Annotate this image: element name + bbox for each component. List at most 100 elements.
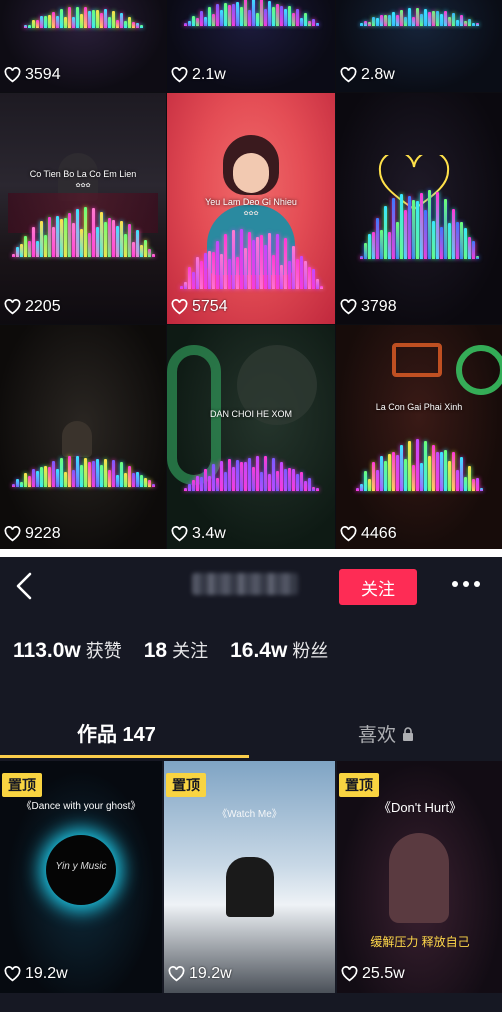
video-thumbnail[interactable]: 《Dance with your ghost》 Yin y Music 置顶 1… — [0, 761, 162, 993]
heart-icon — [340, 299, 357, 315]
equalizer-visual — [0, 451, 166, 487]
like-count-text: 25.5w — [362, 965, 405, 982]
like-count-text: 2.8w — [361, 66, 395, 83]
equalizer-bar — [51, 227, 55, 257]
equalizer-bar — [215, 241, 219, 289]
heart-icon — [4, 966, 21, 982]
equalizer-bar — [443, 450, 447, 491]
equalizer-bar — [79, 14, 83, 28]
profile-screen: 关注 113.0w 获赞 18 关注 16.4w 粉丝 作品 147 喜欢 《D… — [0, 557, 502, 1012]
like-count: 2205 — [4, 298, 61, 316]
video-thumbnail[interactable]: 《Don't Hurt》 缓解压力 释放自己 置顶 25.5w — [337, 761, 502, 993]
equalizer-bar — [51, 12, 55, 28]
equalizer-bar — [451, 209, 455, 259]
equalizer-bar — [243, 248, 247, 289]
equalizer-bar — [227, 259, 231, 289]
equalizer-bar — [195, 257, 199, 289]
equalizer-bar — [207, 476, 211, 491]
equalizer-bar — [143, 478, 147, 487]
equalizer-bar — [119, 13, 123, 28]
video-thumbnail[interactable]: 3594 — [0, 0, 166, 92]
tab-works[interactable]: 作品 147 — [77, 718, 156, 747]
equalizer-bar — [71, 17, 75, 28]
equalizer-bar — [259, 235, 263, 289]
equalizer-bar — [295, 9, 299, 26]
video-thumbnail[interactable]: Co Tien Bo La Co Em Lien ✿✿✿ 2205 — [0, 93, 166, 324]
video-title: La Con Gai Phai Xinh — [375, 402, 463, 412]
equalizer-bar — [367, 479, 371, 491]
equalizer-bar — [147, 480, 151, 487]
equalizer-bar — [435, 11, 439, 26]
pinned-videos-grid: 《Dance with your ghost》 Yin y Music 置顶 1… — [0, 761, 502, 993]
video-title: DAN CHOI HE XOM — [209, 409, 292, 419]
more-options-icon[interactable] — [452, 581, 484, 589]
equalizer-bar — [87, 11, 91, 28]
video-thumbnail[interactable]: 2.1w — [167, 0, 335, 92]
video-thumbnail[interactable]: DAN CHOI HE XOM 3.4w — [167, 325, 335, 549]
equalizer-bar — [287, 261, 291, 289]
equalizer-bar — [139, 25, 143, 28]
equalizer-bar — [391, 452, 395, 491]
equalizer-bar — [379, 456, 383, 491]
like-count: 19.2w — [168, 965, 232, 983]
equalizer-bar — [475, 256, 479, 259]
equalizer-bar — [315, 488, 319, 491]
equalizer-bar — [195, 476, 199, 491]
active-tab-indicator — [0, 755, 249, 758]
equalizer-bar — [363, 243, 367, 259]
equalizer-bar — [315, 23, 319, 26]
equalizer-bar — [35, 20, 39, 28]
following-count[interactable]: 18 — [144, 639, 167, 663]
video-caption: 《Watch Me》 — [217, 809, 282, 820]
video-thumbnail[interactable]: Yeu Lam Deo Gi Nhieu ✿✿✿ 5754 — [167, 93, 335, 324]
video-thumbnail[interactable]: 2.8w — [336, 0, 502, 92]
equalizer-bar — [399, 445, 403, 491]
equalizer-bar — [283, 238, 287, 289]
equalizer-bar — [403, 210, 407, 259]
equalizer-bar — [103, 9, 107, 28]
followers-label[interactable]: 粉丝 — [292, 637, 328, 663]
equalizer-bar — [267, 474, 271, 491]
video-thumbnail[interactable]: 3798 — [336, 93, 502, 324]
followers-count[interactable]: 16.4w — [230, 639, 287, 663]
follow-button[interactable]: 关注 — [339, 569, 417, 605]
equalizer-bar — [263, 9, 267, 26]
equalizer-bar — [251, 0, 255, 26]
equalizer-bar — [215, 478, 219, 491]
equalizer-bar — [431, 221, 435, 259]
equalizer-bar — [427, 12, 431, 26]
tab-likes[interactable]: 喜欢 — [358, 720, 414, 747]
heart-icon — [340, 526, 357, 542]
equalizer-bar — [447, 17, 451, 26]
equalizer-bar — [359, 484, 363, 491]
total-likes-count: 113.0w — [13, 639, 81, 662]
equalizer-bar — [47, 217, 51, 257]
following-label[interactable]: 关注 — [172, 637, 208, 663]
equalizer-bar — [59, 9, 63, 28]
equalizer-bar — [99, 13, 103, 28]
equalizer-bar — [207, 7, 211, 26]
back-arrow-icon[interactable] — [12, 571, 36, 601]
equalizer-bar — [75, 209, 79, 257]
video-thumbnail[interactable]: 《Watch Me》 置顶 19.2w — [164, 761, 335, 993]
like-count: 5754 — [171, 298, 228, 316]
equalizer-bar — [471, 479, 475, 491]
equalizer-bar — [151, 254, 155, 257]
equalizer-bar — [259, 0, 263, 26]
video-thumbnail[interactable]: 9228 — [0, 325, 166, 549]
equalizer-bar — [87, 462, 91, 487]
equalizer-bar — [111, 220, 115, 257]
equalizer-bar — [471, 241, 475, 259]
screenshot-divider — [0, 549, 502, 557]
video-thumbnail[interactable]: La Con Gai Phai Xinh 4466 — [336, 325, 502, 549]
equalizer-bar — [455, 20, 459, 26]
equalizer-bar — [387, 232, 391, 259]
equalizer-bar — [431, 445, 435, 491]
neon-circle — [456, 345, 502, 395]
equalizer-bar — [427, 190, 431, 259]
equalizer-bar — [11, 254, 15, 257]
equalizer-bar — [235, 257, 239, 289]
equalizer-bar — [83, 458, 87, 487]
equalizer-bar — [459, 15, 463, 26]
equalizer-bar — [219, 10, 223, 26]
